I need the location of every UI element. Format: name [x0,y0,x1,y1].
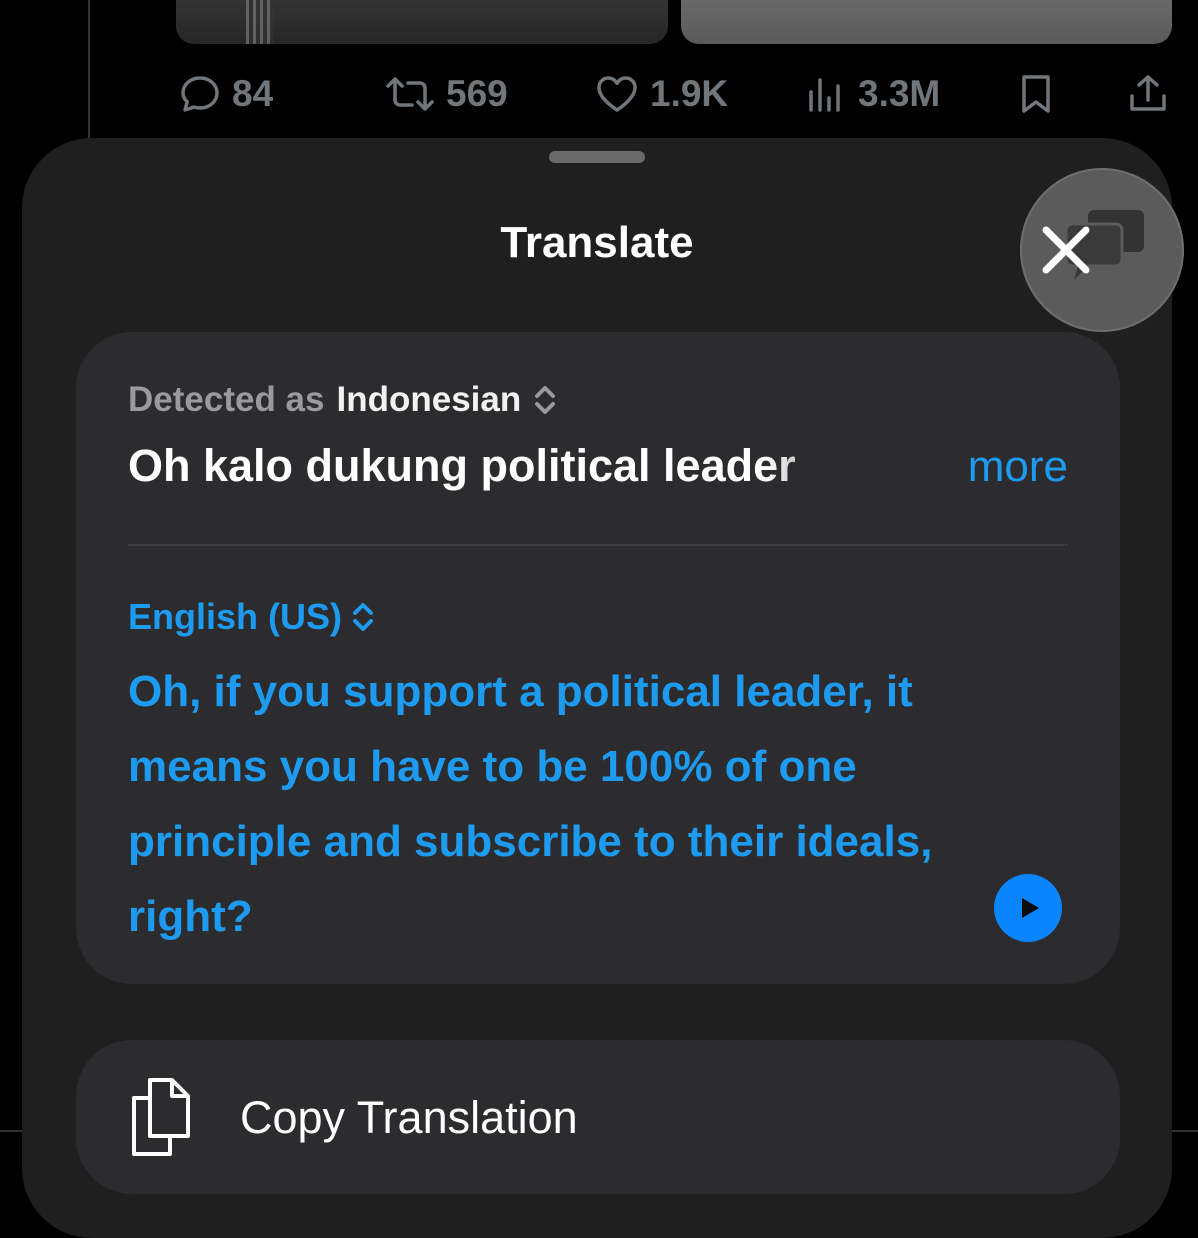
close-button[interactable] [1020,168,1184,332]
analytics-icon [809,78,840,112]
translation-card: Detected as Indonesian Oh kalo dukung po… [76,332,1120,984]
repost-icon [386,77,434,111]
tweet-image-right[interactable] [681,0,1172,44]
chevron-up-down-icon [535,386,556,414]
share-button[interactable] [1126,66,1170,122]
reply-button[interactable]: 84 [178,66,273,122]
view-count: 3.3M [858,73,941,114]
image-detail [246,0,274,44]
heart-icon [597,76,637,112]
play-icon [1022,898,1039,918]
divider-right [1170,1130,1198,1132]
translated-text: Oh, if you support a political leader, i… [128,667,933,941]
sheet-grabber[interactable] [549,151,645,163]
tweet-image-left[interactable] [176,0,668,44]
bookmark-button[interactable] [1016,66,1056,122]
repost-count: 569 [446,73,508,114]
share-icon [1130,75,1166,111]
like-count: 1.9K [650,73,729,114]
tweet-action-bar: 84 569 1.9K 3.3M [0,66,1198,122]
play-button[interactable] [994,874,1062,942]
source-language: Indonesian [336,380,522,419]
source-text: Oh kalo dukung political leader [128,440,796,491]
copy-translation-button[interactable]: Copy Translation [76,1040,1120,1194]
target-language: English (US) [128,596,342,637]
like-button[interactable]: 1.9K [594,66,728,122]
reply-icon [181,76,219,112]
chevron-up-down-icon [353,603,373,631]
close-icon [1042,226,1090,274]
sheet-title: Translate [500,218,694,267]
more-link[interactable]: more [968,442,1068,492]
copy-translation-label: Copy Translation [240,1092,578,1143]
detected-label: Detected as [128,380,325,419]
target-language-selector[interactable]: English (US) [128,596,376,638]
views-button[interactable]: 3.3M [806,66,940,122]
source-language-selector[interactable]: Detected as Indonesian [128,380,557,420]
repost-button[interactable]: 569 [384,66,508,122]
copy-icon [132,1078,190,1156]
bookmark-icon [1022,75,1050,113]
reply-count: 84 [232,73,274,114]
card-divider [128,544,1068,546]
